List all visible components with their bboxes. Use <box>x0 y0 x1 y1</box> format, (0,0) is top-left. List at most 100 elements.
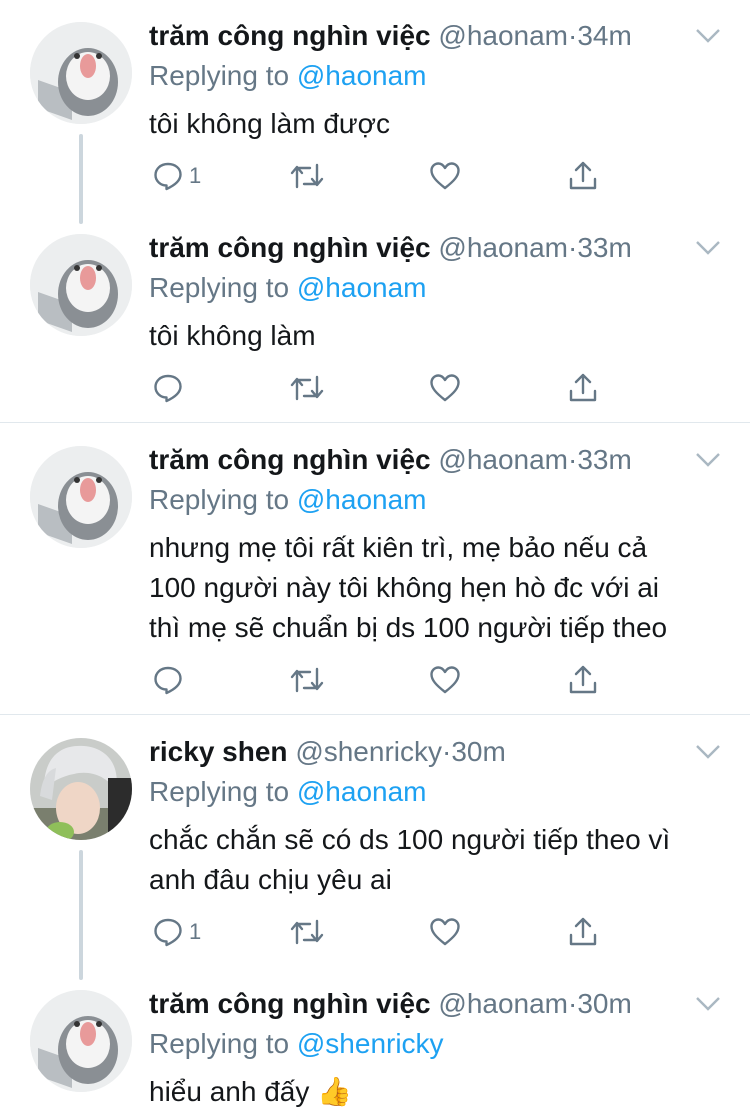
tweet-text-line: nhưng mẹ tôi rất kiên trì, mẹ bảo nếu cả <box>149 532 648 563</box>
timestamp[interactable]: 30m <box>451 736 505 767</box>
display-name[interactable]: trăm công nghìn việc <box>149 232 431 263</box>
thread-line <box>79 850 83 980</box>
retweet-icon <box>289 161 325 191</box>
tweet-text-line: anh đâu chịu yêu ai <box>149 864 392 895</box>
reply-button[interactable]: 1 <box>153 912 201 952</box>
replying-prefix: Replying to <box>149 1028 290 1059</box>
retweet-button[interactable] <box>289 660 325 700</box>
divider <box>0 714 750 715</box>
display-name[interactable]: trăm công nghìn việc <box>149 988 431 1019</box>
separator-dot: · <box>568 232 578 263</box>
chevron-down-icon[interactable] <box>694 448 722 472</box>
reply-icon <box>153 917 183 947</box>
user-handle[interactable]: @haonam <box>438 988 568 1019</box>
avatar[interactable] <box>30 234 132 336</box>
reply-button[interactable] <box>153 368 189 408</box>
tweet-text: chắc chắn sẽ có ds 100 người tiếp theo v… <box>149 820 734 900</box>
replying-to-link[interactable]: @shenricky <box>297 1028 444 1059</box>
tweet-actions: 1 <box>149 912 609 952</box>
tweet-text-line: chắc chắn sẽ có ds 100 người tiếp theo v… <box>149 824 671 855</box>
avatar[interactable] <box>30 22 132 124</box>
tweet[interactable]: ricky shen @shenricky·30m Replying to @h… <box>0 716 750 980</box>
separator-dot: · <box>568 988 578 1019</box>
tweet-actions <box>149 368 609 408</box>
heart-icon <box>429 917 461 947</box>
retweet-icon <box>289 917 325 947</box>
heart-icon <box>429 665 461 695</box>
tweet-actions: 1 <box>149 156 609 196</box>
retweet-button[interactable] <box>289 912 325 952</box>
like-button[interactable] <box>429 660 461 700</box>
share-button[interactable] <box>567 368 599 408</box>
replying-to: Replying to @haonam <box>149 772 426 812</box>
share-icon <box>567 664 599 696</box>
replying-to-link[interactable]: @haonam <box>297 272 427 303</box>
separator-dot: · <box>568 444 578 475</box>
like-button[interactable] <box>429 368 461 408</box>
reply-count: 1 <box>189 163 202 188</box>
tweet-text: tôi không làm <box>149 316 734 356</box>
reply-icon <box>153 665 183 695</box>
avatar[interactable] <box>30 738 132 840</box>
chevron-down-icon[interactable] <box>694 24 722 48</box>
tweet-text-line: 100 người này tôi không hẹn hò đc với ai <box>149 572 660 603</box>
chevron-down-icon[interactable] <box>694 740 722 764</box>
user-handle[interactable]: @shenricky <box>295 736 442 767</box>
tweet[interactable]: trăm công nghìn việc @haonam·34m Replyin… <box>0 0 750 224</box>
timestamp[interactable]: 30m <box>577 988 631 1019</box>
avatar[interactable] <box>30 446 132 548</box>
avatar[interactable] <box>30 990 132 1092</box>
replying-prefix: Replying to <box>149 484 290 515</box>
chevron-down-icon[interactable] <box>694 992 722 1016</box>
heart-icon <box>429 373 461 403</box>
display-name[interactable]: ricky shen <box>149 736 288 767</box>
tweet-header: trăm công nghìn việc @haonam·33m <box>149 440 632 480</box>
timestamp[interactable]: 34m <box>577 20 631 51</box>
display-name[interactable]: trăm công nghìn việc <box>149 20 431 51</box>
tweet-actions <box>149 660 609 700</box>
share-icon <box>567 372 599 404</box>
tweet-text-line: hiểu anh đấy 👍 <box>149 1076 352 1107</box>
reply-icon <box>153 161 183 191</box>
chevron-down-icon[interactable] <box>694 236 722 260</box>
user-handle[interactable]: @haonam <box>438 444 568 475</box>
replying-prefix: Replying to <box>149 60 290 91</box>
divider <box>0 422 750 423</box>
share-button[interactable] <box>567 660 599 700</box>
user-handle[interactable]: @haonam <box>438 232 568 263</box>
retweet-icon <box>289 373 325 403</box>
share-button[interactable] <box>567 912 599 952</box>
tweet-header: trăm công nghìn việc @haonam·34m <box>149 16 632 56</box>
replying-to: Replying to @shenricky <box>149 1024 444 1064</box>
retweet-button[interactable] <box>289 368 325 408</box>
tweet-header: trăm công nghìn việc @haonam·30m <box>149 984 632 1024</box>
tweet-text-line: thì mẹ sẽ chuẩn bị ds 100 người tiếp the… <box>149 612 668 643</box>
display-name[interactable]: trăm công nghìn việc <box>149 444 431 475</box>
replying-to: Replying to @haonam <box>149 56 426 96</box>
thread-line <box>79 134 83 224</box>
timestamp[interactable]: 33m <box>577 232 631 263</box>
replying-to-link[interactable]: @haonam <box>297 484 427 515</box>
separator-dot: · <box>442 736 452 767</box>
share-button[interactable] <box>567 156 599 196</box>
tweet[interactable]: trăm công nghìn việc @haonam·33m Replyin… <box>0 424 750 714</box>
heart-icon <box>429 161 461 191</box>
reply-button[interactable]: 1 <box>153 156 201 196</box>
timestamp[interactable]: 33m <box>577 444 631 475</box>
tweet[interactable]: trăm công nghìn việc @haonam·30m Replyin… <box>0 968 750 1108</box>
tweet-text: hiểu anh đấy 👍 <box>149 1072 734 1112</box>
tweet[interactable]: trăm công nghìn việc @haonam·33m Replyin… <box>0 212 750 422</box>
reply-count: 1 <box>189 919 202 944</box>
reply-button[interactable] <box>153 660 189 700</box>
user-handle[interactable]: @haonam <box>438 20 568 51</box>
like-button[interactable] <box>429 912 461 952</box>
replying-to-link[interactable]: @haonam <box>297 60 427 91</box>
tweet-header: ricky shen @shenricky·30m <box>149 732 506 772</box>
tweet-text-line: tôi không làm <box>149 320 316 351</box>
replying-prefix: Replying to <box>149 776 290 807</box>
reply-icon <box>153 373 183 403</box>
like-button[interactable] <box>429 156 461 196</box>
share-icon <box>567 160 599 192</box>
replying-to-link[interactable]: @haonam <box>297 776 427 807</box>
retweet-button[interactable] <box>289 156 325 196</box>
